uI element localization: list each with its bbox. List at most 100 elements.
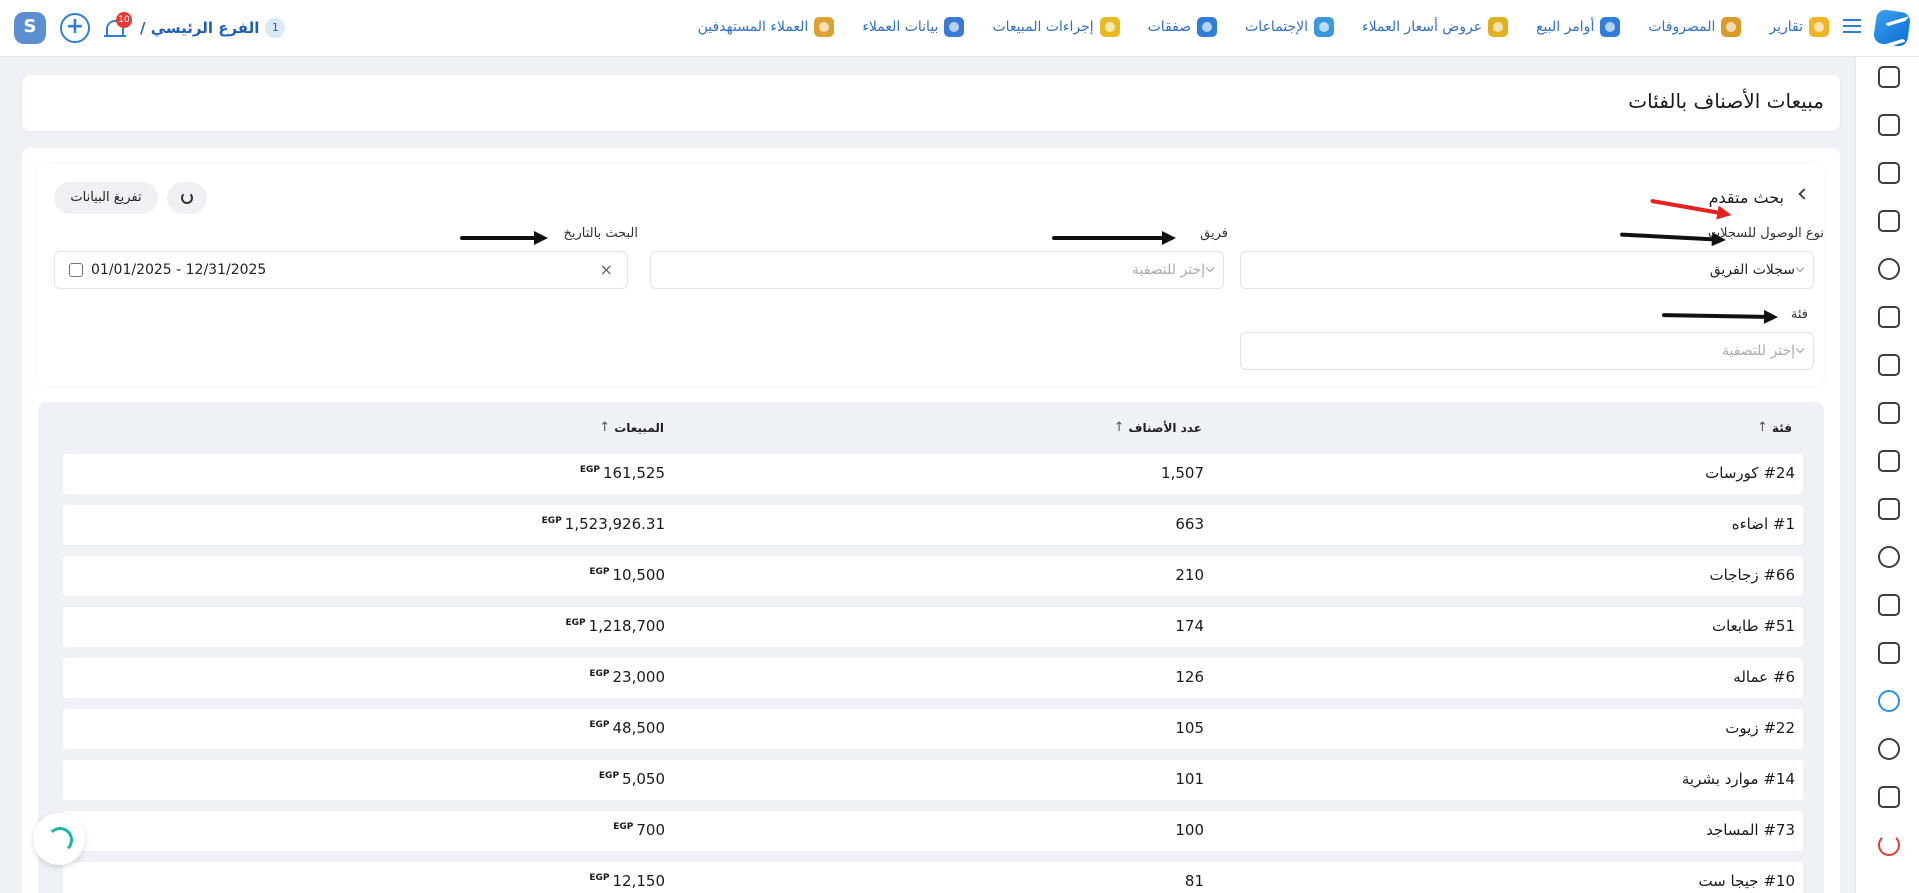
sidebar-settings-icon[interactable] — [1878, 738, 1900, 760]
date-label: البحث بالتاريخ — [563, 226, 639, 241]
table-row[interactable]: #22 زيوت 105 EGP 48,500 — [63, 709, 1803, 749]
report-card: بحث متقدم تفريغ البيانات نوع الوصول للسج… — [22, 148, 1840, 893]
cell-category: #73 المساجد — [1706, 821, 1795, 839]
col-header-count[interactable]: عدد الأصناف ↑ — [1114, 420, 1202, 435]
chevron-left-icon[interactable] — [1798, 188, 1810, 200]
date-range-input[interactable]: 01/01/2025 - 12/31/2025 × — [54, 251, 628, 289]
customer-data-icon — [944, 17, 965, 37]
category-select[interactable]: إختر للتصفية — [1240, 332, 1814, 370]
branch-name: الفرع الرئيسي / — [140, 19, 260, 37]
notifications-button[interactable]: 10 — [104, 12, 132, 40]
table-row[interactable]: #24 كورسات 1,507 EGP 161,525 — [63, 454, 1803, 494]
nav-quotes[interactable]: عروض أسعار العملاء — [1362, 17, 1509, 37]
sidebar-warning-icon[interactable] — [1878, 210, 1900, 232]
nav-label: بيانات العملاء — [862, 19, 939, 35]
table-row[interactable]: #66 زجاجات 210 EGP 10,500 — [63, 556, 1803, 596]
sort-up-icon: ↑ — [599, 420, 611, 435]
access-type-value: سجلات الفريق — [1709, 262, 1795, 278]
refresh-button[interactable] — [167, 182, 207, 214]
col-header-category[interactable]: فئة ↑ — [1757, 420, 1792, 435]
currency-label: EGP — [579, 465, 600, 475]
col-header-sales[interactable]: المبيعات ↑ — [599, 420, 664, 435]
cell-sales: EGP 23,000 — [589, 668, 665, 686]
sidebar-cash-icon[interactable] — [1878, 162, 1900, 184]
sidebar-mountain-icon[interactable] — [1878, 306, 1900, 328]
main-nav: العملاء المستهدفين بيانات العملاء إجراءا… — [698, 17, 1829, 37]
sidebar-user-icon[interactable] — [1878, 546, 1900, 568]
brand-icon[interactable] — [14, 12, 46, 44]
sidebar-new-document-icon[interactable] — [1878, 594, 1900, 616]
col-header-label: عدد الأصناف — [1128, 420, 1202, 435]
sidebar-handshake-icon[interactable] — [1878, 642, 1900, 664]
currency-label: EGP — [598, 771, 620, 781]
currency-label: EGP — [589, 669, 610, 679]
team-select[interactable]: إختر للتصفية — [650, 251, 1224, 289]
branch-selector[interactable]: 1 الفرع الرئيسي / — [140, 18, 286, 38]
right-sidebar — [1855, 57, 1919, 893]
table-row[interactable]: #6 عماله 126 EGP 23,000 — [63, 658, 1803, 698]
clear-data-button[interactable]: تفريغ البيانات — [54, 182, 158, 214]
sidebar-invoice-icon[interactable] — [1878, 354, 1900, 376]
table-row[interactable]: #10 جيجا ست 81 EGP 12,150 — [63, 862, 1803, 893]
app-logo-icon[interactable] — [1872, 8, 1912, 48]
cell-count: 105 — [1175, 719, 1204, 737]
nav-label: أوامر البيع — [1536, 19, 1595, 35]
annotation-arrow — [460, 231, 548, 245]
nav-deals[interactable]: صفقات — [1148, 17, 1218, 37]
sales-orders-icon — [1600, 17, 1621, 37]
page-header-card: مبيعات الأصناف بالفئات — [22, 75, 1840, 131]
sales-actions-icon — [1099, 17, 1120, 37]
table-row[interactable]: #14 موارد بشرية 101 EGP 5,050 — [63, 760, 1803, 800]
calendar-icon — [69, 263, 83, 277]
add-button[interactable]: + — [60, 13, 90, 43]
table-row[interactable]: #1 اضاءه 663 EGP 1,523,926.31 — [63, 505, 1803, 545]
sidebar-pen-icon[interactable] — [1878, 402, 1900, 424]
sidebar-reports-chart-icon[interactable] — [1878, 690, 1900, 712]
cell-sales: EGP 1,218,700 — [566, 617, 665, 635]
cell-sales: EGP 161,525 — [580, 464, 665, 482]
top-navbar: العملاء المستهدفين بيانات العملاء إجراءا… — [0, 0, 1919, 57]
quotes-icon — [1488, 17, 1509, 37]
cell-category: #1 اضاءه — [1731, 515, 1795, 533]
col-header-label: فئة — [1771, 420, 1792, 435]
sidebar-delivery-icon[interactable] — [1878, 450, 1900, 472]
sidebar-boxes-icon[interactable] — [1878, 498, 1900, 520]
access-type-select[interactable]: سجلات الفريق — [1240, 251, 1814, 289]
menu-icon[interactable] — [1843, 19, 1861, 33]
deals-icon — [1197, 17, 1218, 37]
cell-sales: EGP 5,050 — [599, 770, 665, 788]
nav-customer-data[interactable]: بيانات العملاء — [862, 17, 965, 37]
nav-sales-orders[interactable]: أوامر البيع — [1536, 17, 1621, 37]
sales-value: 1,218,700 — [588, 617, 665, 635]
nav-expenses[interactable]: المصروفات — [1648, 17, 1742, 37]
nav-label: الإجتماعات — [1245, 19, 1309, 35]
sales-value: 700 — [636, 821, 665, 839]
nav-sales-actions[interactable]: إجراءات المبيعات — [992, 17, 1120, 37]
table-row[interactable]: #73 المساجد 100 EGP 700 — [63, 811, 1803, 851]
currency-label: EGP — [541, 516, 562, 526]
target-customers-icon — [814, 17, 835, 37]
advanced-search-toggle[interactable]: بحث متقدم — [1709, 188, 1784, 207]
clear-date-icon[interactable]: × — [600, 260, 613, 279]
currency-label: EGP — [565, 618, 586, 628]
sidebar-video-icon[interactable] — [1878, 258, 1900, 280]
nav-meetings[interactable]: الإجتماعات — [1245, 17, 1335, 37]
nav-label: العملاء المستهدفين — [697, 19, 809, 35]
cell-category: #14 موارد بشرية — [1681, 770, 1795, 788]
sidebar-groups-icon[interactable] — [1878, 114, 1900, 136]
sidebar-add-record-icon[interactable] — [1878, 66, 1900, 88]
cell-count: 81 — [1184, 872, 1204, 890]
sort-up-icon: ↑ — [1113, 420, 1125, 435]
nav-label: صفقات — [1147, 19, 1192, 35]
reports-icon — [1809, 17, 1829, 37]
cell-count: 663 — [1175, 515, 1204, 533]
sidebar-power-icon[interactable] — [1878, 834, 1900, 856]
table-row[interactable]: #51 طابعات 174 EGP 1,218,700 — [63, 607, 1803, 647]
cell-count: 100 — [1175, 821, 1204, 839]
nav-target-customers[interactable]: العملاء المستهدفين — [698, 17, 835, 37]
sidebar-window-icon[interactable] — [1878, 786, 1900, 808]
sort-up-icon: ↑ — [1757, 420, 1768, 435]
nav-reports[interactable]: تقارير — [1769, 17, 1829, 37]
currency-label: EGP — [589, 567, 610, 577]
cell-sales: EGP 12,150 — [589, 872, 665, 890]
